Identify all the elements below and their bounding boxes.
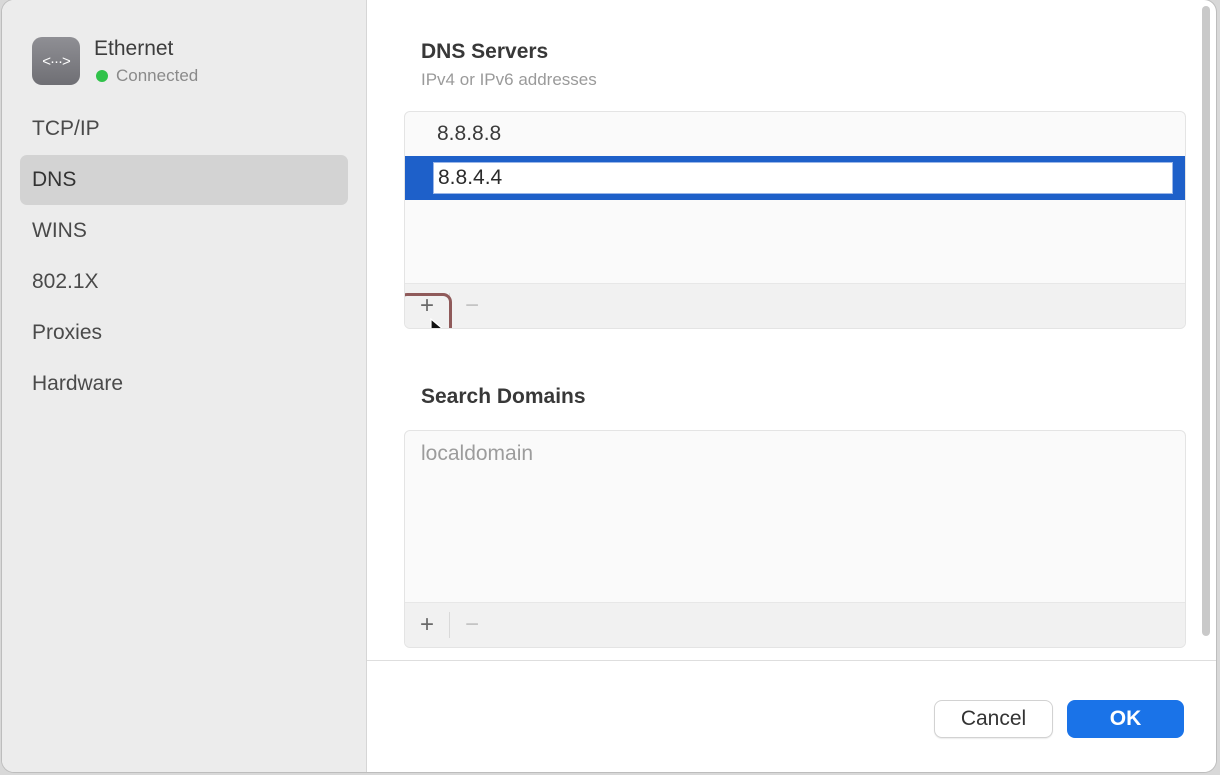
sidebar-item-proxies[interactable]: Proxies xyxy=(20,308,348,358)
dns-list-toolbar: + − xyxy=(405,283,1185,328)
search-domains-toolbar: + − xyxy=(405,602,1185,647)
list-item[interactable]: 8.8.8.8 xyxy=(405,112,1185,156)
sidebar-item-8021x[interactable]: 802.1X xyxy=(20,257,348,307)
connection-name: Ethernet xyxy=(94,37,174,60)
status-dot-icon xyxy=(96,70,108,82)
sidebar-nav: TCP/IP DNS WINS 802.1X Proxies Hardware xyxy=(20,104,348,410)
network-details-dialog: <···> Ethernet Connected TCP/IP DNS WINS… xyxy=(2,0,1216,772)
placeholder-text: localdomain xyxy=(421,442,534,465)
search-domains-list: localdomain + − xyxy=(404,430,1186,648)
dns-settings-panel: DNS Servers IPv4 or IPv6 addresses 8.8.8… xyxy=(367,0,1216,660)
scrollbar[interactable] xyxy=(1200,6,1212,636)
cancel-button[interactable]: Cancel xyxy=(934,700,1053,738)
sidebar-item-label: WINS xyxy=(32,219,87,242)
sidebar-item-label: DNS xyxy=(32,168,77,191)
ok-button[interactable]: OK xyxy=(1067,700,1184,738)
dns-server-value: 8.8.8.8 xyxy=(437,122,502,145)
remove-search-domain-button[interactable]: − xyxy=(450,611,494,639)
sidebar-item-hardware[interactable]: Hardware xyxy=(20,359,348,409)
mouse-cursor-icon xyxy=(430,318,443,328)
sidebar-item-dns[interactable]: DNS xyxy=(20,155,348,205)
plus-icon: + xyxy=(419,611,434,638)
ethernet-icon: <···> xyxy=(32,37,80,85)
dns-server-edit-field[interactable]: 8.8.4.4 xyxy=(433,162,1173,194)
add-search-domain-button[interactable]: + xyxy=(405,611,449,639)
sidebar-item-label: Hardware xyxy=(32,372,124,395)
dns-servers-title: DNS Servers xyxy=(421,40,549,63)
sidebar-item-label: TCP/IP xyxy=(32,117,100,140)
add-dns-server-button[interactable]: + xyxy=(405,292,452,328)
list-item-selected[interactable]: 8.8.4.4 xyxy=(405,156,1185,200)
remove-dns-server-button[interactable]: − xyxy=(450,292,494,320)
dns-servers-list: 8.8.8.8 8.8.4.4 + − xyxy=(404,111,1186,329)
dns-server-value: 8.8.4.4 xyxy=(438,166,503,189)
connection-status: Connected xyxy=(96,66,198,86)
dialog-footer: Cancel OK xyxy=(367,660,1216,772)
minus-icon: − xyxy=(464,611,479,638)
sidebar-item-tcpip[interactable]: TCP/IP xyxy=(20,104,348,154)
search-domains-title: Search Domains xyxy=(421,385,586,408)
scrollbar-thumb[interactable] xyxy=(1202,6,1210,636)
dns-servers-subtitle: IPv4 or IPv6 addresses xyxy=(421,70,597,89)
sidebar-item-label: Proxies xyxy=(32,321,103,344)
sidebar-item-wins[interactable]: WINS xyxy=(20,206,348,256)
sidebar-item-label: 802.1X xyxy=(32,270,99,293)
sidebar: <···> Ethernet Connected TCP/IP DNS WINS… xyxy=(2,0,367,772)
minus-icon: − xyxy=(464,292,479,319)
search-domain-placeholder[interactable]: localdomain xyxy=(405,431,1185,477)
connection-status-label: Connected xyxy=(116,66,199,85)
